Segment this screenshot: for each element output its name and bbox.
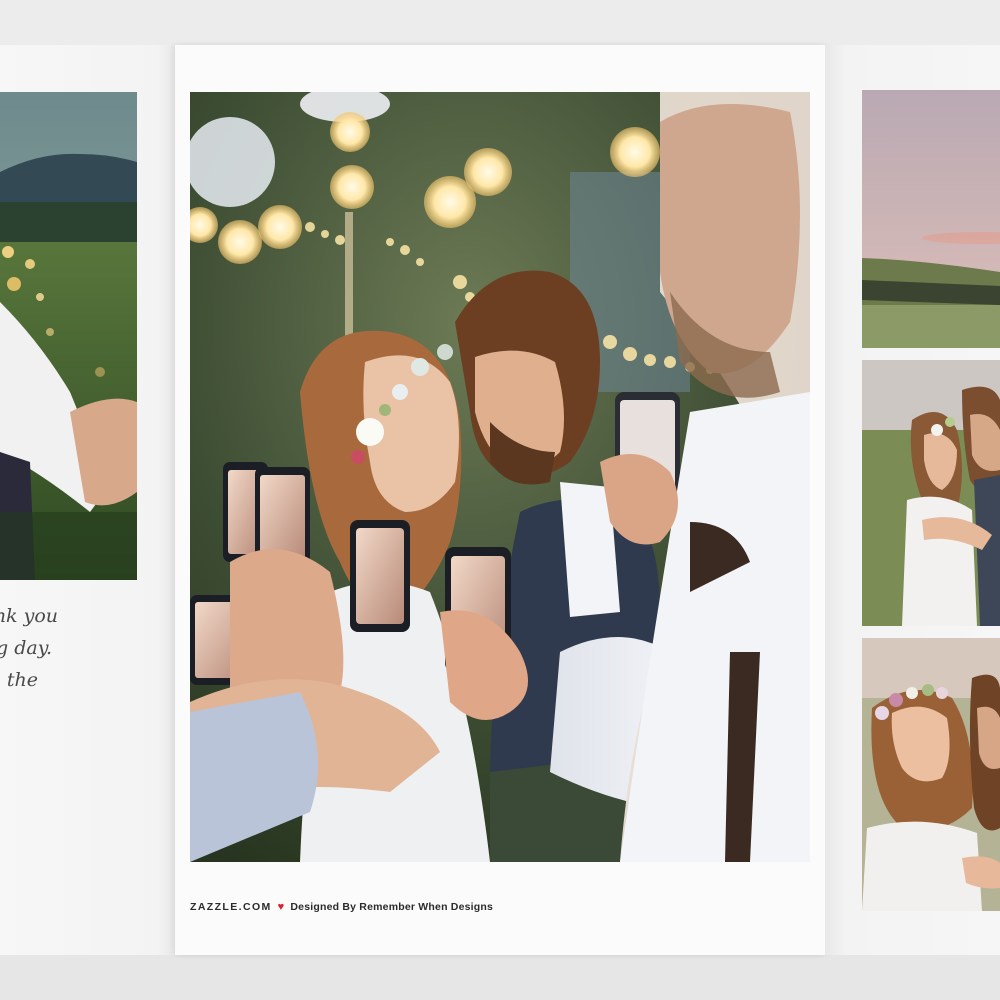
right-photo-bride-portrait	[862, 638, 1000, 911]
message-line-3: the	[6, 669, 38, 691]
main-couple-photo	[190, 92, 810, 862]
backdrop-surface	[0, 955, 1000, 1000]
left-panel-photo	[0, 92, 137, 580]
heart-icon: ♥	[277, 901, 285, 913]
message-line-1: nk you	[0, 605, 58, 627]
right-photo-landscape	[862, 90, 1000, 348]
designer-text: Designed By Remember When Designs	[290, 901, 494, 913]
thank-you-message: nk you g day. the	[0, 600, 140, 696]
brand-name: ZAZZLE.COM	[190, 901, 272, 913]
right-photo-couple-embrace	[862, 360, 1000, 626]
message-line-2: g day.	[0, 637, 52, 659]
backdrop	[0, 0, 1000, 45]
designer-credit: ZAZZLE.COM ♥ Designed By Remember When D…	[190, 901, 493, 913]
